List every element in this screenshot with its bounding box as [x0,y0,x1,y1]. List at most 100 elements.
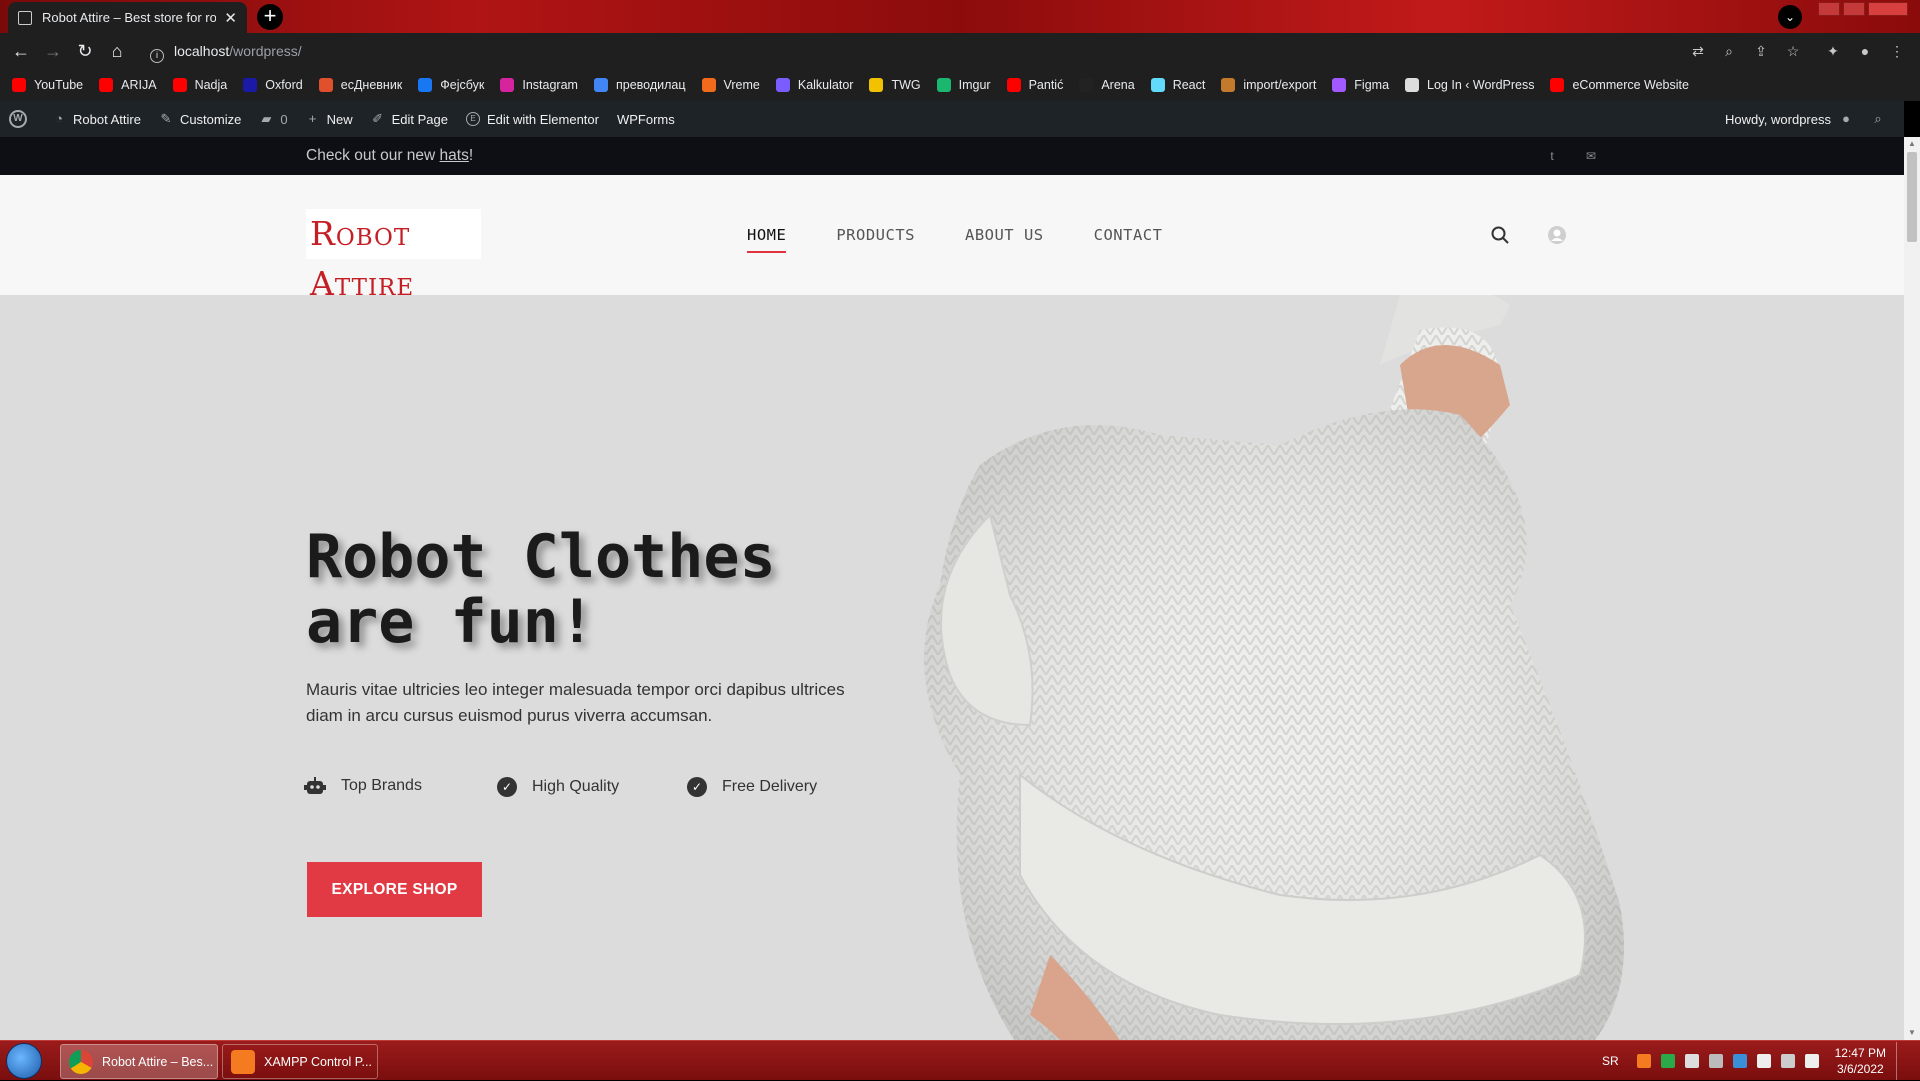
profile-icon[interactable]: ● [1855,41,1875,61]
back-arrow-icon[interactable]: ← [9,39,33,63]
bookmark-item[interactable]: Instagram [500,78,578,92]
bookmark-label: Фејсбук [440,78,485,92]
bookmark-label: Figma [1354,78,1390,92]
network-icon[interactable] [1684,1054,1699,1068]
scroll-down-arrow-icon[interactable]: ▼ [1904,1026,1920,1040]
language-indicator[interactable]: SR [1602,1054,1619,1068]
twitter-icon[interactable]: t [1545,149,1559,163]
shield-icon[interactable] [1660,1054,1675,1068]
wordpress-logo-icon: W [9,110,27,128]
bookmark-item[interactable]: eCommerce Website [1550,78,1689,92]
hero-title: Robot Clothes are fun! [306,525,926,655]
wp-admin-bar: W ◔ Robot Attire ✎ Customize ▰ 0 + New ✐ Edit… [0,101,1904,137]
nav-home[interactable]: HOME [747,226,787,253]
hero-description: Mauris vitae ultricies leo integer males… [306,680,845,725]
admin-customize[interactable]: ✎ Customize [150,101,250,137]
bookmark-item[interactable]: Фејсбук [418,78,484,92]
xampp-tray-icon[interactable] [1636,1054,1651,1068]
admin-edit-page-label: Edit Page [391,111,448,127]
menu-kebab-icon[interactable]: ⋮ [1887,41,1907,61]
admin-site-name[interactable]: ◔ Robot Attire [43,101,150,137]
zoom-icon[interactable]: ⌕ [1719,41,1739,61]
start-button[interactable] [6,1043,42,1079]
bookmark-item[interactable]: Imgur [936,78,991,92]
taskbar-item-chrome[interactable]: Robot Attire – Bes... [60,1044,218,1079]
bookmark-item[interactable]: YouTube [12,78,83,92]
reload-icon[interactable]: ↻ [73,39,97,63]
forward-arrow-icon[interactable]: → [41,39,65,63]
bookmark-item[interactable]: Vreme [701,78,760,92]
bookmark-item[interactable]: ARIJA [99,78,157,92]
admin-edit-elementor[interactable]: E Edit with Elementor [457,101,608,137]
admin-wpforms[interactable]: WPForms [608,101,684,137]
admin-edit-page[interactable]: ✐ Edit Page [362,101,457,137]
bookmark-favicon-icon [99,78,114,92]
address-bar[interactable]: i localhost/wordpress/ [140,37,1700,65]
bookmark-favicon-icon [869,78,884,92]
bluetooth-icon[interactable] [1732,1054,1747,1068]
bookmark-label: ARIJA [121,78,157,92]
bookmark-item[interactable]: import/export [1221,78,1316,92]
display-icon[interactable] [1780,1054,1795,1068]
bookmark-item[interactable]: Kalkulator [775,78,853,92]
home-icon[interactable]: ⌂ [105,39,129,63]
bookmark-item[interactable]: есДневник [318,78,403,92]
bookmark-item[interactable]: Arena [1079,78,1135,92]
extensions-icon[interactable]: ✦ [1823,41,1843,61]
close-tab-icon[interactable]: ✕ [224,9,237,27]
admin-wpforms-label: WPForms [616,111,675,127]
wp-logo-menu[interactable]: W [0,101,43,137]
account-icon[interactable] [1547,225,1567,245]
admin-new[interactable]: + New [297,101,362,137]
volume-icon[interactable] [1804,1054,1819,1068]
new-tab-button[interactable]: + [257,4,283,30]
admin-comments[interactable]: ▰ 0 [250,101,296,137]
page-scrollbar[interactable]: ▲ ▼ [1904,137,1920,1040]
site-header: Robot Attire HOME PRODUCTS ABOUT US CONT… [0,175,1904,303]
bookmark-item[interactable]: Oxford [243,78,303,92]
scroll-up-arrow-icon[interactable]: ▲ [1904,137,1920,151]
bookmark-item[interactable]: React [1150,78,1205,92]
taskbar-item-xampp[interactable]: XAMPP Control P... [222,1044,378,1079]
minimize-window-button[interactable] [1818,2,1840,16]
bookmark-item[interactable]: Figma [1332,78,1389,92]
admin-account[interactable]: Howdy, wordpress ● [1716,101,1862,137]
bookmark-favicon-icon [701,78,716,92]
close-window-button[interactable] [1868,2,1908,16]
hero-title-line1: Robot Clothes [306,522,776,592]
maximize-window-button[interactable] [1843,2,1865,16]
bookmark-item[interactable]: Log In ‹ WordPress [1405,78,1534,92]
scrollbar-thumb[interactable] [1907,152,1917,242]
share-icon[interactable]: ⇪ [1751,41,1771,61]
show-desktop-button[interactable] [1896,1042,1910,1080]
tab-search-icon[interactable]: ⌄ [1778,5,1802,29]
bookmark-star-icon[interactable]: ☆ [1783,41,1803,61]
bookmark-label: есДневник [340,78,403,92]
explore-shop-button[interactable]: EXPLORE SHOP [307,862,482,917]
browser-tab-active[interactable]: Robot Attire – Best store for robo ✕ [8,2,247,33]
hats-link[interactable]: hats [440,147,469,164]
bookmark-label: Instagram [522,78,578,92]
flag-icon[interactable] [1756,1054,1771,1068]
search-icon[interactable] [1489,225,1511,247]
clock[interactable]: 12:47 PM 3/6/2022 [1835,1045,1886,1077]
bookmark-item[interactable]: TWG [869,78,921,92]
admin-search[interactable]: ⌕ [1862,101,1894,137]
bookmark-item[interactable]: Pantić [1006,78,1063,92]
search-icon: ⌕ [1874,111,1882,126]
announcement-text: Check out our new hats! [306,137,473,175]
bookmark-item[interactable]: преводилац [593,78,686,92]
email-icon[interactable]: ✉ [1584,149,1598,163]
bookmark-item[interactable]: Nadja [172,78,227,92]
announcement-bar: Check out our new hats! t ✉ [0,137,1904,175]
bookmark-favicon-icon [318,78,333,92]
usb-icon[interactable] [1708,1054,1723,1068]
comments-count: 0 [280,111,288,127]
site-info-icon[interactable]: i [150,49,164,63]
translate-icon[interactable]: ⇄ [1688,41,1708,61]
site-logo[interactable]: Robot Attire [306,209,481,303]
nav-products[interactable]: PRODUCTS [836,226,915,244]
nav-about-us[interactable]: ABOUT US [965,226,1044,244]
bookmark-label: eCommerce Website [1572,78,1689,92]
nav-contact[interactable]: CONTACT [1094,226,1163,244]
